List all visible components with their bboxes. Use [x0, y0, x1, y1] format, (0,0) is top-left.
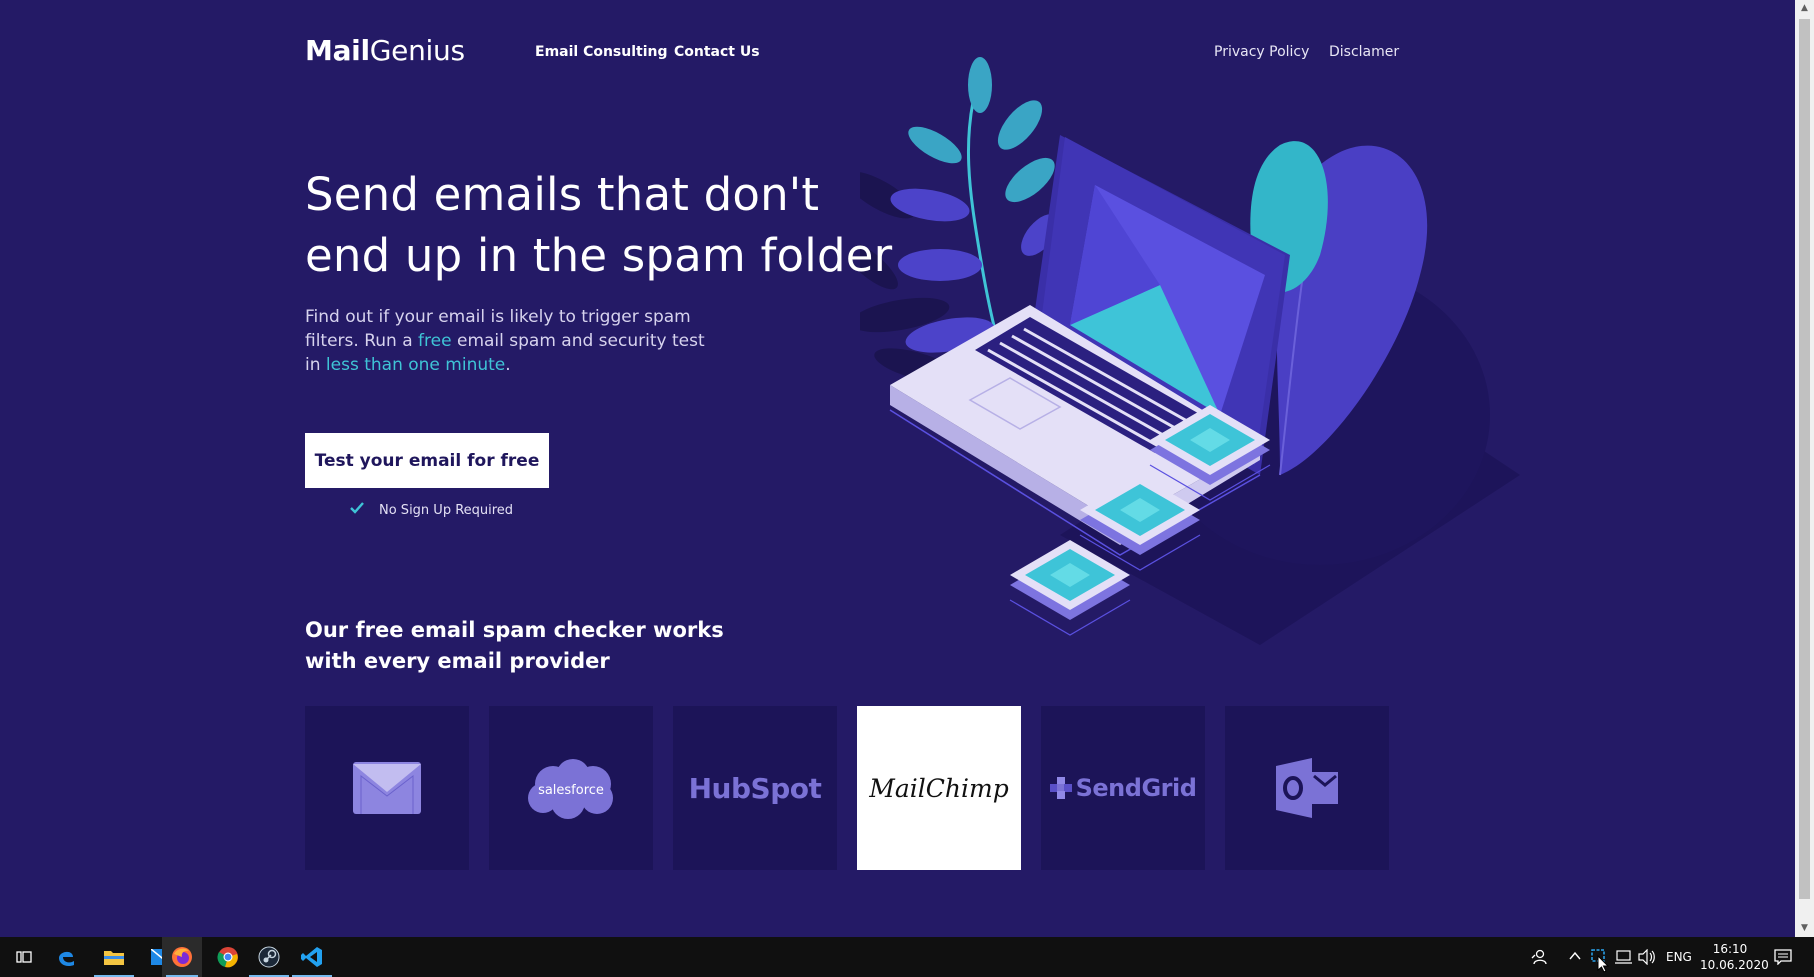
clock-date: 10.06.2020	[1700, 958, 1769, 972]
nav-contact-us[interactable]: Contact Us	[674, 44, 760, 60]
salesforce-cloud-logo: salesforce	[528, 759, 613, 819]
steam-icon	[258, 946, 280, 968]
notification-center-icon[interactable]	[1774, 949, 1792, 965]
volume-icon[interactable]	[1638, 949, 1656, 965]
clock-time: 16:10	[1712, 942, 1748, 956]
scroll-up-arrow-icon[interactable]: ▲	[1795, 0, 1814, 17]
network-icon[interactable]	[1614, 950, 1632, 964]
taskbar-edge[interactable]	[42, 937, 90, 977]
vscode-icon	[301, 947, 322, 967]
mouse-cursor-icon	[1597, 955, 1609, 973]
provider-tile-salesforce[interactable]: salesforce	[489, 706, 653, 870]
hero-text-time: less than one minute	[325, 355, 506, 375]
provider-tile-outlook[interactable]	[1225, 706, 1389, 870]
no-signup-note: No Sign Up Required	[379, 503, 514, 518]
task-view-button[interactable]	[0, 937, 48, 977]
provider-tile-gmail[interactable]	[305, 706, 469, 870]
scroll-down-arrow-icon[interactable]: ▼	[1795, 920, 1814, 937]
taskbar-firefox[interactable]	[162, 937, 202, 977]
test-email-button[interactable]: Test your email for free	[305, 433, 549, 488]
chevron-up-icon[interactable]	[1569, 951, 1581, 961]
language-indicator[interactable]: ENG	[1666, 950, 1692, 964]
windows-taskbar: ENG 16:10 10.06.2020	[0, 937, 1814, 977]
page-scrollbar[interactable]: ▲ ▼	[1795, 0, 1814, 937]
edge-icon	[59, 951, 74, 967]
chrome-icon	[217, 947, 238, 968]
sendgrid-squares-icon	[1049, 777, 1072, 799]
logo-light-part: Genius	[369, 34, 465, 67]
web-page: MailGenius Email Consulting Contact Us P…	[0, 0, 1795, 937]
hubspot-logo: HubSpot	[688, 771, 822, 805]
outlook-logo	[1276, 758, 1338, 818]
taskbar-file-explorer[interactable]	[90, 937, 138, 977]
people-icon[interactable]	[1531, 949, 1547, 965]
hero-text-end: .	[505, 355, 511, 375]
taskbar-vscode[interactable]	[288, 937, 336, 977]
logo-bold-part: Mail	[305, 34, 370, 67]
check-icon	[350, 502, 364, 514]
hero-title-line1: Send emails that don't	[305, 168, 820, 221]
provider-tile-hubspot[interactable]: HubSpot	[673, 706, 837, 870]
providers-title: Our free email spam checker works with e…	[305, 615, 725, 677]
providers-title-line2: with every email provider	[305, 649, 610, 673]
hero-description: Find out if your email is likely to trig…	[305, 305, 725, 377]
hero-title: Send emails that don't end up in the spa…	[305, 164, 905, 286]
salesforce-label: salesforce	[538, 783, 604, 798]
laptop-illustration	[860, 57, 1520, 645]
hero-text-free: free	[418, 331, 452, 351]
sendgrid-logo: SendGrid	[1075, 774, 1197, 802]
file-explorer-icon	[104, 951, 124, 965]
nav-email-consulting[interactable]: Email Consulting	[535, 44, 668, 60]
scroll-thumb[interactable]	[1799, 19, 1810, 899]
providers-title-line1: Our free email spam checker works	[305, 618, 724, 642]
firefox-icon	[172, 947, 192, 967]
taskbar-steam[interactable]	[245, 937, 293, 977]
hero-title-line2: end up in the spam folder	[305, 229, 893, 282]
mailgenius-logo[interactable]: MailGenius	[305, 34, 465, 67]
taskbar-clock[interactable]: 16:10 10.06.2020	[1700, 941, 1769, 973]
mailchimp-logo: MailChimp	[869, 773, 1009, 803]
provider-tile-sendgrid[interactable]: SendGrid	[1041, 706, 1205, 870]
task-view-icon	[16, 951, 32, 963]
gmail-envelope-icon	[353, 762, 421, 814]
provider-tile-mailchimp[interactable]: MailChimp	[857, 706, 1021, 870]
